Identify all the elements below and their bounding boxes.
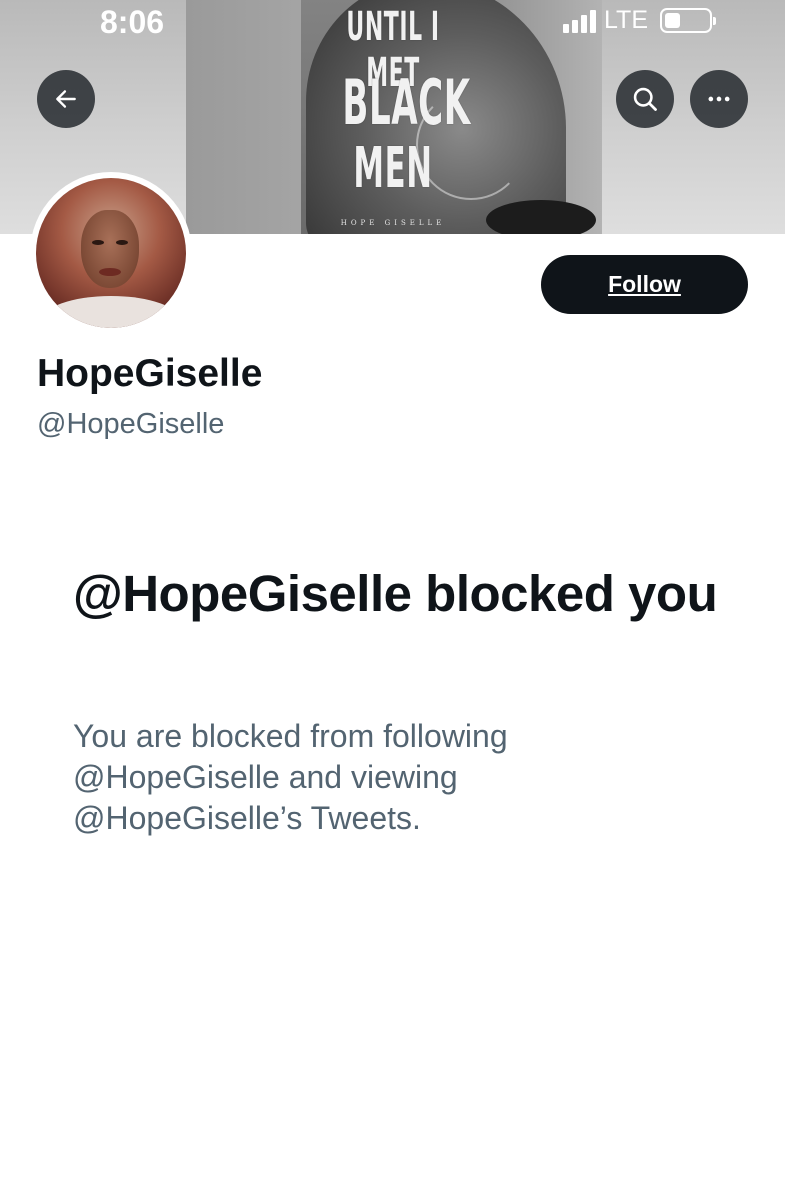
signal-icon <box>563 9 596 33</box>
blocked-description-line: You are blocked from following <box>73 718 508 754</box>
blocked-description-line: @HopeGiselle and viewing <box>73 759 458 795</box>
avatar-photo <box>36 178 186 328</box>
status-indicators: LTE <box>563 6 716 35</box>
status-time: 8:06 <box>100 4 165 40</box>
search-button[interactable] <box>616 70 674 128</box>
blocked-title: @HopeGiselle blocked you <box>73 565 718 622</box>
display-name: HopeGiselle <box>37 352 263 395</box>
search-icon <box>633 87 657 111</box>
cover-title-line-2: BLACK <box>342 66 471 139</box>
cover-title-line-3: MEN <box>353 136 433 201</box>
user-handle: @HopeGiselle <box>37 408 225 440</box>
blocked-description-line: @HopeGiselle’s Tweets. <box>73 800 421 836</box>
blocked-description: You are blocked from following @HopeGise… <box>73 716 693 839</box>
cover-author: HOPE GISELLE <box>340 219 446 227</box>
back-button[interactable] <box>37 70 95 128</box>
more-horizontal-icon <box>708 96 730 102</box>
avatar[interactable] <box>30 172 192 334</box>
book-cover-image: UNTIL I MET BLACK MEN HOPE GISELLE <box>186 0 602 234</box>
arrow-left-icon <box>56 90 76 108</box>
follow-button[interactable]: Follow <box>541 255 748 314</box>
network-label: LTE <box>604 6 648 34</box>
more-button[interactable] <box>690 70 748 128</box>
battery-icon <box>660 8 716 33</box>
